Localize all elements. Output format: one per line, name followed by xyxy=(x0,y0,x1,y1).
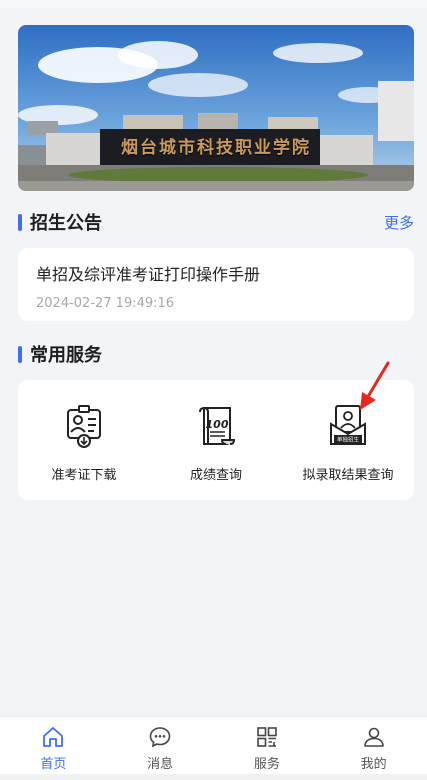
notice-section-title: 招生公告 xyxy=(30,213,102,234)
nav-label: 首页 xyxy=(40,757,67,772)
message-icon xyxy=(149,727,171,748)
service-label: 准考证下载 xyxy=(51,468,117,483)
nav-messages[interactable]: 消息 xyxy=(107,717,214,774)
notice-card[interactable]: 单招及综评准考证打印操作手册 2024-02-27 19:49:16 xyxy=(18,248,414,321)
annotation-arrow-icon xyxy=(360,361,390,410)
grid-icon xyxy=(257,727,277,747)
svg-text:100: 100 xyxy=(206,418,229,431)
nav-label: 消息 xyxy=(147,757,174,772)
notice-section-header: 招生公告 更多 xyxy=(18,210,414,234)
nav-services[interactable]: 服务 xyxy=(214,717,321,774)
service-admission-result-query[interactable]: 单独招生 拟录取结果查询 xyxy=(282,380,414,500)
nav-home[interactable]: 首页 xyxy=(0,717,107,774)
home-indicator-strip xyxy=(0,774,427,780)
service-score-query[interactable]: 100 成绩查询 xyxy=(150,380,282,500)
notice-timestamp: 2024-02-27 19:49:16 xyxy=(36,296,175,311)
bottom-navigation: 首页 消息 服务 我的 xyxy=(0,716,427,774)
notice-title: 单招及综评准考证打印操作手册 xyxy=(36,265,261,284)
campus-photo xyxy=(18,25,414,191)
service-admission-ticket-download[interactable]: 准考证下载 xyxy=(18,380,150,500)
nav-profile[interactable]: 我的 xyxy=(320,717,427,774)
more-link[interactable]: 更多 xyxy=(384,212,414,233)
school-name-signage: 烟台城市科技职业学院 xyxy=(121,138,311,158)
admission-ticket-icon xyxy=(67,405,101,448)
nav-label: 服务 xyxy=(253,757,280,772)
score-scroll-icon: 100 xyxy=(199,406,236,445)
user-icon xyxy=(363,727,384,747)
section-accent-bar xyxy=(18,345,22,363)
badge-text: 单独招生 xyxy=(337,436,360,444)
service-label: 拟录取结果查询 xyxy=(302,468,394,483)
service-label: 成绩查询 xyxy=(189,468,242,483)
campus-banner[interactable]: 烟台城市科技职业学院 xyxy=(18,25,414,191)
section-accent-bar xyxy=(18,213,22,231)
nav-label: 我的 xyxy=(360,757,387,772)
status-strip xyxy=(0,0,427,8)
home-icon xyxy=(43,727,64,747)
